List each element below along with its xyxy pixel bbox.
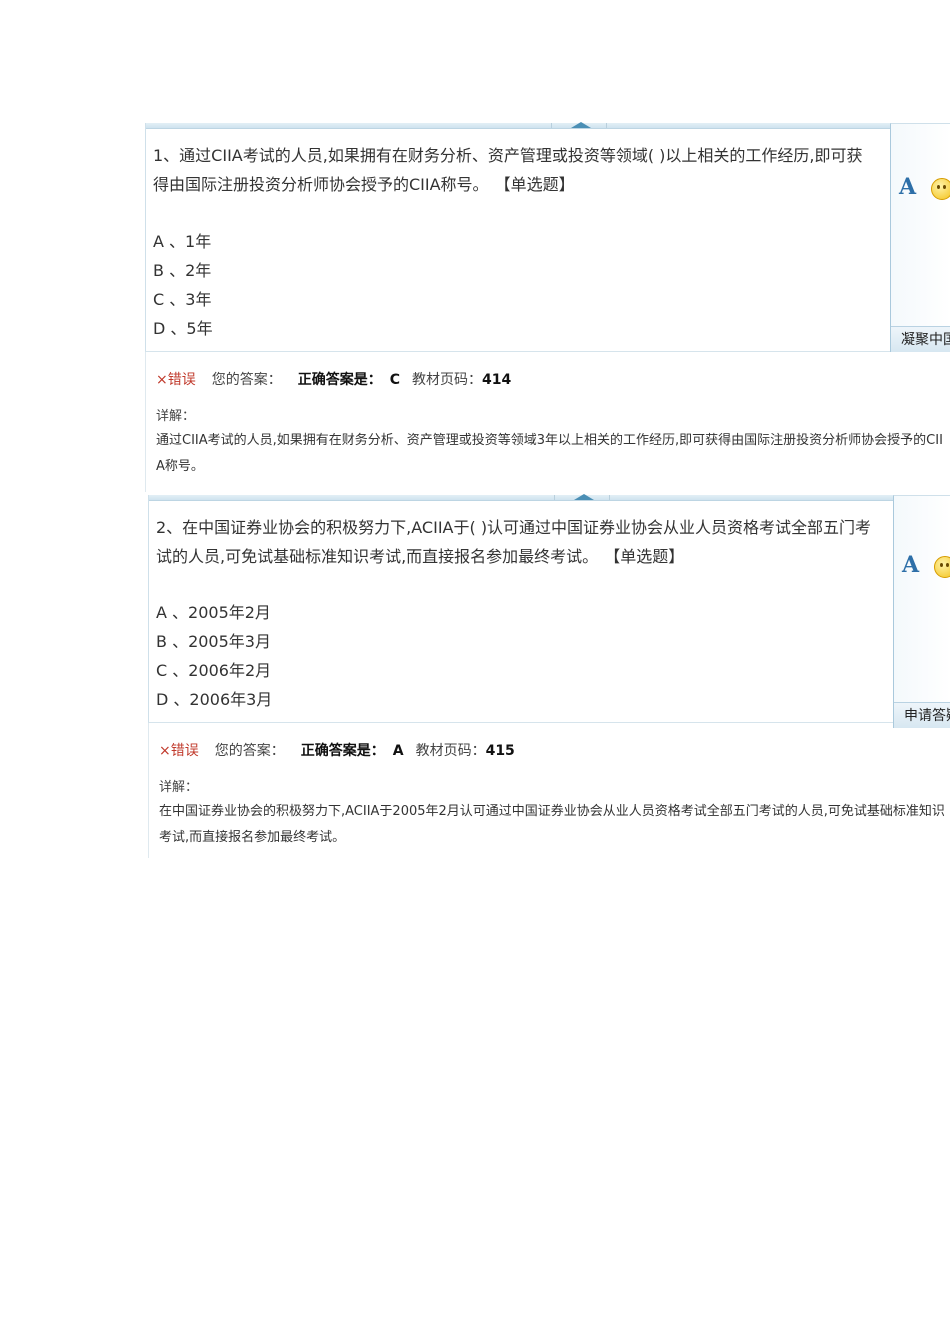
detail-label: 详解： — [159, 780, 199, 795]
a-letter-icon[interactable]: A — [899, 174, 916, 200]
textbook-page: 教材页码：415 — [416, 743, 515, 759]
question-stem: 2、在中国证券业协会的积极努力下,ACIIA于( )认可通过中国证券业协会从业人… — [156, 518, 872, 566]
question-text: 2、在中国证券业协会的积极努力下,ACIIA于( )认可通过中国证券业协会从业人… — [156, 513, 881, 571]
smiley-icon[interactable] — [931, 178, 950, 200]
answer-section: ×错误 您的答案： 正确答案是： C 教材页码：414 详解： 通过CIIA考试的人员,… — [145, 352, 950, 492]
side-tool-panel: A 凝聚中国 — [890, 123, 950, 352]
page-label: 教材页码： — [415, 743, 486, 759]
side-footer-button[interactable]: 凝聚中国 — [891, 326, 950, 352]
page-number: 414 — [482, 372, 512, 388]
detail-text: 通过CIIA考试的人员,如果拥有在财务分析、资产管理或投资等领域3年以上相关的工… — [156, 433, 943, 474]
x-mark-icon: × — [159, 743, 171, 759]
smiley-icon[interactable] — [934, 556, 950, 578]
correct-answer-label: 正确答案是： — [300, 743, 385, 759]
page-label: 教材页码： — [412, 372, 483, 388]
page-number: 415 — [485, 743, 515, 759]
textbook-page: 教材页码：414 — [412, 372, 511, 388]
x-mark-icon: × — [156, 372, 168, 388]
option-b[interactable]: B 、2005年3月 — [156, 627, 556, 656]
panel-top-bar — [149, 494, 893, 501]
option-c[interactable]: C 、2006年2月 — [156, 656, 556, 685]
option-b[interactable]: B 、2年 — [153, 256, 553, 285]
detail-text: 在中国证券业协会的积极努力下,ACIIA于2005年2月认可通过中国证券业协会从… — [159, 804, 945, 845]
correct-answer-label: 正确答案是： — [297, 372, 382, 388]
correct-answer-value: A — [392, 743, 404, 759]
question-panel: 2、在中国证券业协会的积极努力下,ACIIA于( )认可通过中国证券业协会从业人… — [148, 494, 893, 723]
result-label: 错误 — [167, 372, 196, 388]
option-list: A 、1年 B 、2年 C 、3年 D 、5年 — [153, 227, 553, 343]
collapse-arrow-icon[interactable] — [571, 122, 591, 128]
a-letter-icon[interactable]: A — [902, 552, 919, 578]
detail-label: 详解： — [156, 409, 196, 424]
option-a[interactable]: A 、1年 — [153, 227, 553, 256]
your-answer-label: 您的答案： — [214, 743, 285, 759]
option-list: A 、2005年2月 B 、2005年3月 C 、2006年2月 D 、2006… — [156, 598, 556, 714]
correct-answer: 正确答案是： C — [298, 372, 400, 388]
answer-section: ×错误 您的答案： 正确答案是： A 教材页码：415 详解： 在中国证券业协会的积极努… — [148, 723, 950, 858]
panel-top-bar — [146, 122, 890, 129]
question-type: 【单选题】 — [612, 547, 685, 566]
result-label: 错误 — [170, 743, 199, 759]
side-tool-panel: A 申请答疑 — [893, 495, 950, 728]
question-type: 【单选题】 — [502, 175, 575, 194]
option-d[interactable]: D 、5年 — [153, 314, 553, 343]
correct-answer-value: C — [389, 372, 401, 388]
option-a[interactable]: A 、2005年2月 — [156, 598, 556, 627]
question-panel: 1、通过CIIA考试的人员,如果拥有在财务分析、资产管理或投资等领域( )以上相… — [145, 122, 890, 352]
correct-answer: 正确答案是： A — [301, 743, 404, 759]
answer-status-line: ×错误 您的答案： 正确答案是： A 教材页码：415 — [159, 740, 515, 760]
option-c[interactable]: C 、3年 — [153, 285, 553, 314]
question-text: 1、通过CIIA考试的人员,如果拥有在财务分析、资产管理或投资等领域( )以上相… — [153, 141, 878, 199]
answer-status-line: ×错误 您的答案： 正确答案是： C 教材页码：414 — [156, 369, 511, 389]
collapse-arrow-icon[interactable] — [574, 494, 594, 500]
option-d[interactable]: D 、2006年3月 — [156, 685, 556, 714]
result-status: ×错误 — [159, 743, 199, 759]
your-answer-label: 您的答案： — [211, 372, 282, 388]
result-status: ×错误 — [156, 372, 196, 388]
